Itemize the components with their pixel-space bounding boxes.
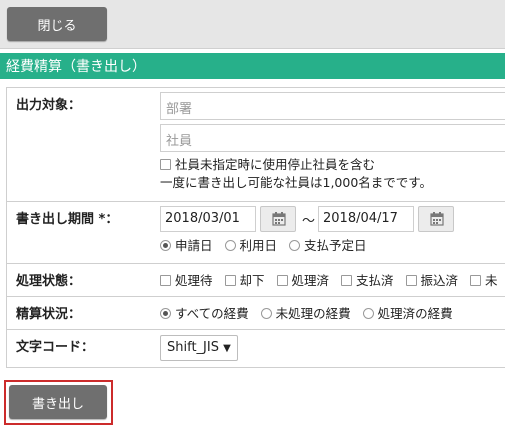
encoding-row: 文字コード： Shift_JIS ▼ xyxy=(7,330,505,368)
include-suspended-label: 社員未指定時に使用停止社員を含む xyxy=(175,157,376,172)
target-row: 出力対象： 部署 社員 社員未指定時に使用停止社員を含む 一度に書き出し可能な社… xyxy=(7,88,505,202)
page-title: 経費精算（書き出し） xyxy=(0,53,505,79)
status-option-paid[interactable]: 支払済 xyxy=(341,273,394,288)
status-option-transferred[interactable]: 振込済 xyxy=(405,273,458,288)
period-row: 書き出し期間 *： 2018/03/01 〜 2018/04/17 申請日 利用日 … xyxy=(7,202,505,264)
status-option-processed[interactable]: 処理済 xyxy=(276,273,329,288)
export-form: 出力対象： 部署 社員 社員未指定時に使用停止社員を含む 一度に書き出し可能な社… xyxy=(6,87,505,368)
encoding-field: Shift_JIS ▼ xyxy=(152,330,505,367)
employee-input[interactable]: 社員 xyxy=(160,124,505,152)
start-date-input[interactable]: 2018/03/01 xyxy=(160,206,256,232)
encoding-label: 文字コード： xyxy=(16,340,95,355)
settlement-option-processed[interactable]: 処理済の経費 xyxy=(362,306,453,321)
calendar-icon xyxy=(430,212,444,226)
close-button[interactable]: 閉じる xyxy=(7,7,107,41)
target-fields: 部署 社員 社員未指定時に使用停止社員を含む 一度に書き出し可能な社員は1,00… xyxy=(152,88,505,201)
status-option-unprocessed[interactable]: 未 xyxy=(470,273,498,288)
start-calendar-button[interactable] xyxy=(260,206,296,232)
settlement-row: 精算状況： すべての経費 未処理の経費 処理済の経費 xyxy=(7,297,505,330)
settlement-all-radio[interactable] xyxy=(160,308,171,319)
date-range: 2018/03/01 〜 2018/04/17 xyxy=(160,206,505,234)
settlement-option-all[interactable]: すべての経費 xyxy=(160,306,249,321)
end-calendar-button[interactable] xyxy=(418,206,455,232)
status-processed-checkbox[interactable] xyxy=(276,275,288,286)
date-type-usage-radio[interactable] xyxy=(224,240,236,251)
settlement-option-unprocessed[interactable]: 未処理の経費 xyxy=(260,306,351,321)
end-date-input[interactable]: 2018/04/17 xyxy=(318,206,415,232)
encoding-select[interactable]: Shift_JIS ▼ xyxy=(160,335,238,361)
date-type-payment[interactable]: 支払予定日 xyxy=(289,238,367,253)
date-type-radios: 申請日 利用日 支払予定日 xyxy=(160,237,505,255)
status-options: 処理待 却下 処理済 支払済 振込済 未 xyxy=(152,264,505,296)
employee-limit-note: 一度に書き出し可能な社員は1,000名までです。 xyxy=(160,175,433,190)
include-suspended-checkbox[interactable] xyxy=(160,159,171,170)
date-type-application-radio[interactable] xyxy=(160,240,171,251)
settlement-processed-radio[interactable] xyxy=(362,308,374,319)
date-type-payment-radio[interactable] xyxy=(289,240,300,251)
settlement-unprocessed-radio[interactable] xyxy=(260,308,272,319)
status-label: 処理状態： xyxy=(16,274,82,289)
period-label: 書き出し期間 *： xyxy=(16,212,119,227)
triangle-down-icon: ▼ xyxy=(223,343,231,354)
status-transferred-checkbox[interactable] xyxy=(405,275,417,286)
date-type-application[interactable]: 申請日 xyxy=(160,238,213,253)
status-option-pending[interactable]: 処理待 xyxy=(160,273,213,288)
settlement-label: 精算状況： xyxy=(16,307,82,322)
department-input[interactable]: 部署 xyxy=(160,92,505,120)
date-type-usage[interactable]: 利用日 xyxy=(224,238,277,253)
date-range-separator: 〜 xyxy=(302,213,316,229)
status-rejected-checkbox[interactable] xyxy=(224,275,236,286)
status-row: 処理状態： 処理待 却下 処理済 支払済 振込済 未 xyxy=(7,264,505,297)
target-label: 出力対象： xyxy=(16,98,82,113)
top-toolbar: 閉じる xyxy=(0,0,505,49)
status-pending-checkbox[interactable] xyxy=(160,275,171,286)
status-option-rejected[interactable]: 却下 xyxy=(224,273,265,288)
status-paid-checkbox[interactable] xyxy=(341,275,352,286)
period-fields: 2018/03/01 〜 2018/04/17 申請日 利用日 支払予定日 xyxy=(152,202,505,263)
calendar-icon xyxy=(272,212,286,226)
export-button[interactable]: 書き出し xyxy=(9,385,107,419)
include-suspended-option[interactable]: 社員未指定時に使用停止社員を含む xyxy=(160,156,505,174)
encoding-value: Shift_JIS xyxy=(167,340,219,355)
status-unprocessed-checkbox[interactable] xyxy=(470,275,481,286)
settlement-options: すべての経費 未処理の経費 処理済の経費 xyxy=(152,297,505,329)
